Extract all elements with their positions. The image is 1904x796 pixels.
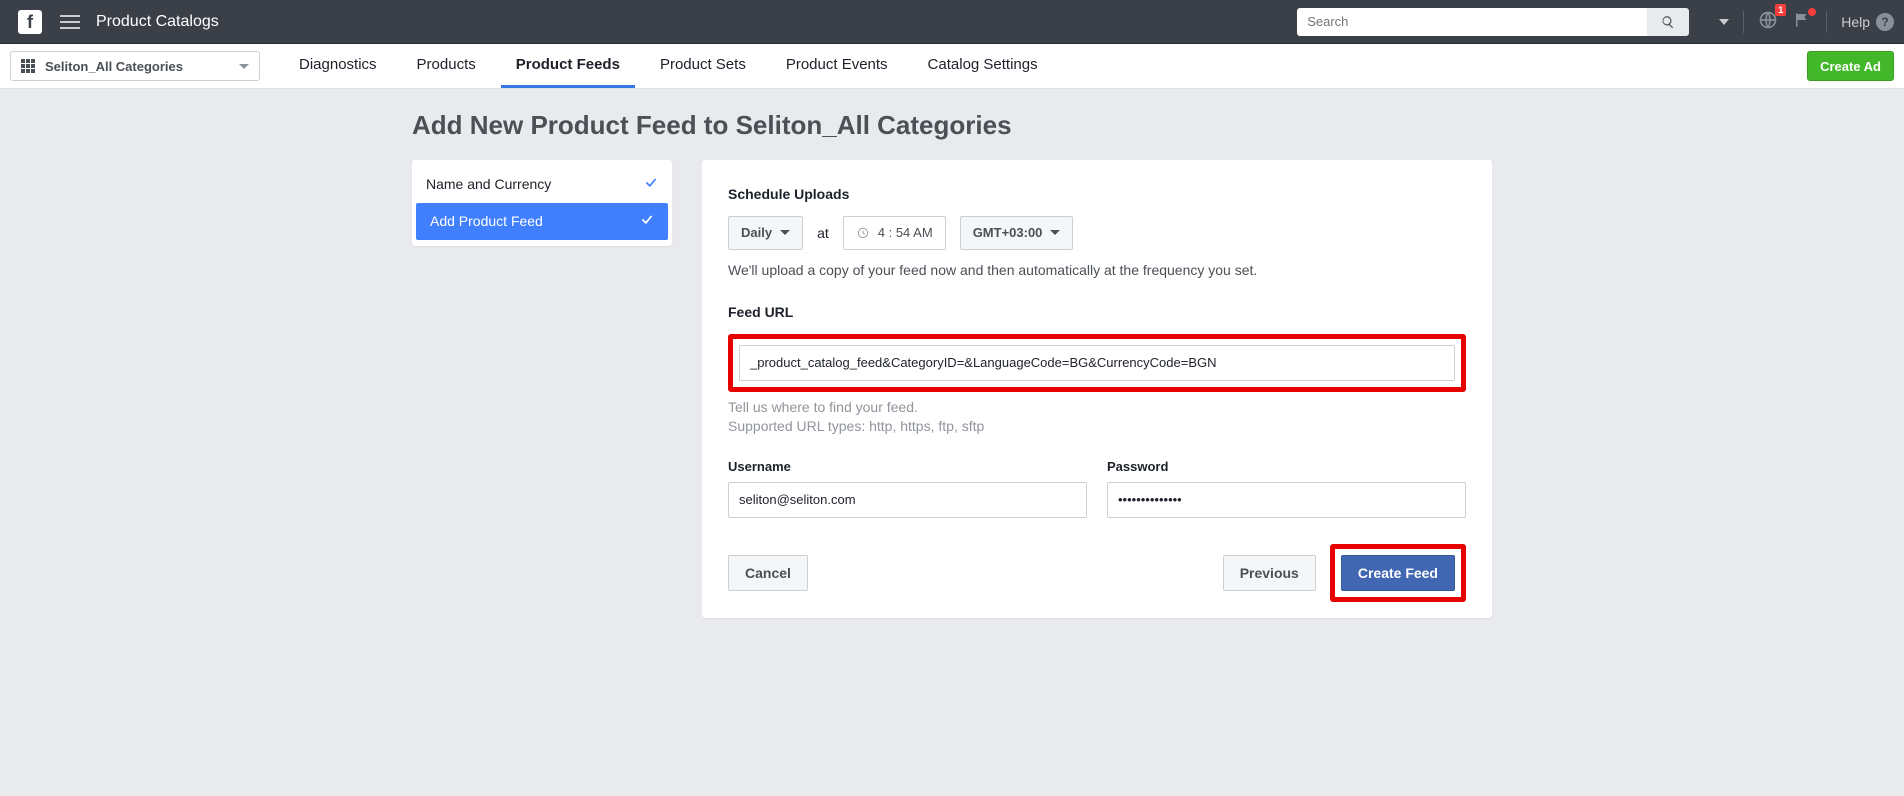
time-value: 4 : 54 AM [878, 225, 933, 240]
step-label: Add Product Feed [430, 213, 543, 229]
notifications-icon[interactable]: 1 [1758, 10, 1778, 33]
create-feed-button[interactable]: Create Feed [1341, 555, 1455, 591]
check-icon [640, 213, 654, 230]
page-title: Add New Product Feed to Seliton_All Cate… [412, 109, 1492, 142]
topbar-title: Product Catalogs [96, 13, 219, 31]
feed-url-hint2: Supported URL types: http, https, ftp, s… [728, 417, 1466, 437]
search-input[interactable] [1297, 8, 1647, 36]
chevron-down-icon [780, 230, 790, 235]
feed-url-hint1: Tell us where to find your feed. [728, 398, 1466, 418]
step-name-currency[interactable]: Name and Currency [412, 166, 672, 203]
schedule-hint: We'll upload a copy of your feed now and… [728, 260, 1466, 280]
catalog-picker-label: Seliton_All Categories [45, 59, 183, 74]
topbar: f Product Catalogs 1 Help ? [0, 0, 1904, 44]
password-label: Password [1107, 459, 1466, 474]
announcements-icon[interactable] [1792, 11, 1812, 32]
separator [1826, 11, 1827, 33]
facebook-logo[interactable]: f [18, 10, 42, 34]
at-label: at [817, 225, 829, 241]
create-ad-button[interactable]: Create Ad [1807, 51, 1894, 81]
catalog-picker[interactable]: Seliton_All Categories [10, 51, 260, 81]
global-search [1297, 8, 1689, 36]
wizard-steps: Name and Currency Add Product Feed [412, 160, 672, 246]
tabs: Diagnostics Products Product Feeds Produ… [284, 44, 1053, 88]
tab-catalog-settings[interactable]: Catalog Settings [913, 44, 1053, 88]
previous-button[interactable]: Previous [1223, 555, 1316, 591]
username-label: Username [728, 459, 1087, 474]
menu-icon[interactable] [60, 15, 80, 29]
username-input[interactable] [728, 482, 1087, 518]
timezone-dropdown[interactable]: GMT+03:00 [960, 216, 1074, 250]
tab-product-sets[interactable]: Product Sets [645, 44, 761, 88]
form-footer: Cancel Previous Create Feed [728, 544, 1466, 602]
password-field: Password [1107, 459, 1466, 518]
search-icon [1661, 15, 1675, 29]
account-dropdown-icon[interactable] [1719, 19, 1729, 25]
username-field: Username [728, 459, 1087, 518]
search-button[interactable] [1647, 8, 1689, 36]
help-icon: ? [1876, 13, 1894, 31]
subnav: Seliton_All Categories Diagnostics Produ… [0, 44, 1904, 89]
tab-diagnostics[interactable]: Diagnostics [284, 44, 392, 88]
time-input[interactable]: 4 : 54 AM [843, 216, 946, 250]
topbar-right: 1 Help ? [1719, 10, 1894, 33]
password-input[interactable] [1107, 482, 1466, 518]
frequency-dropdown[interactable]: Daily [728, 216, 803, 250]
notifications-badge: 1 [1775, 4, 1786, 16]
cancel-button[interactable]: Cancel [728, 555, 808, 591]
apps-grid-icon [21, 59, 35, 73]
clock-icon [856, 226, 870, 240]
tab-products[interactable]: Products [402, 44, 491, 88]
feed-url-heading: Feed URL [728, 304, 1466, 320]
step-add-product-feed[interactable]: Add Product Feed [416, 203, 668, 240]
tab-product-feeds[interactable]: Product Feeds [501, 44, 635, 88]
separator [1743, 11, 1744, 33]
check-icon [644, 176, 658, 193]
tab-product-events[interactable]: Product Events [771, 44, 903, 88]
feed-url-input[interactable] [739, 345, 1455, 381]
chevron-down-icon [239, 64, 249, 69]
step-label: Name and Currency [426, 176, 551, 192]
help-label: Help [1841, 14, 1870, 30]
page: Add New Product Feed to Seliton_All Cate… [402, 89, 1502, 658]
feed-form-panel: Schedule Uploads Daily at 4 : 54 AM GMT+… [702, 160, 1492, 618]
timezone-value: GMT+03:00 [973, 225, 1043, 240]
create-feed-callout: Create Feed [1330, 544, 1466, 602]
feed-url-callout [728, 334, 1466, 392]
frequency-value: Daily [741, 225, 772, 240]
help-link[interactable]: Help ? [1841, 13, 1894, 31]
announcements-badge [1808, 8, 1816, 16]
schedule-heading: Schedule Uploads [728, 186, 1466, 202]
chevron-down-icon [1050, 230, 1060, 235]
